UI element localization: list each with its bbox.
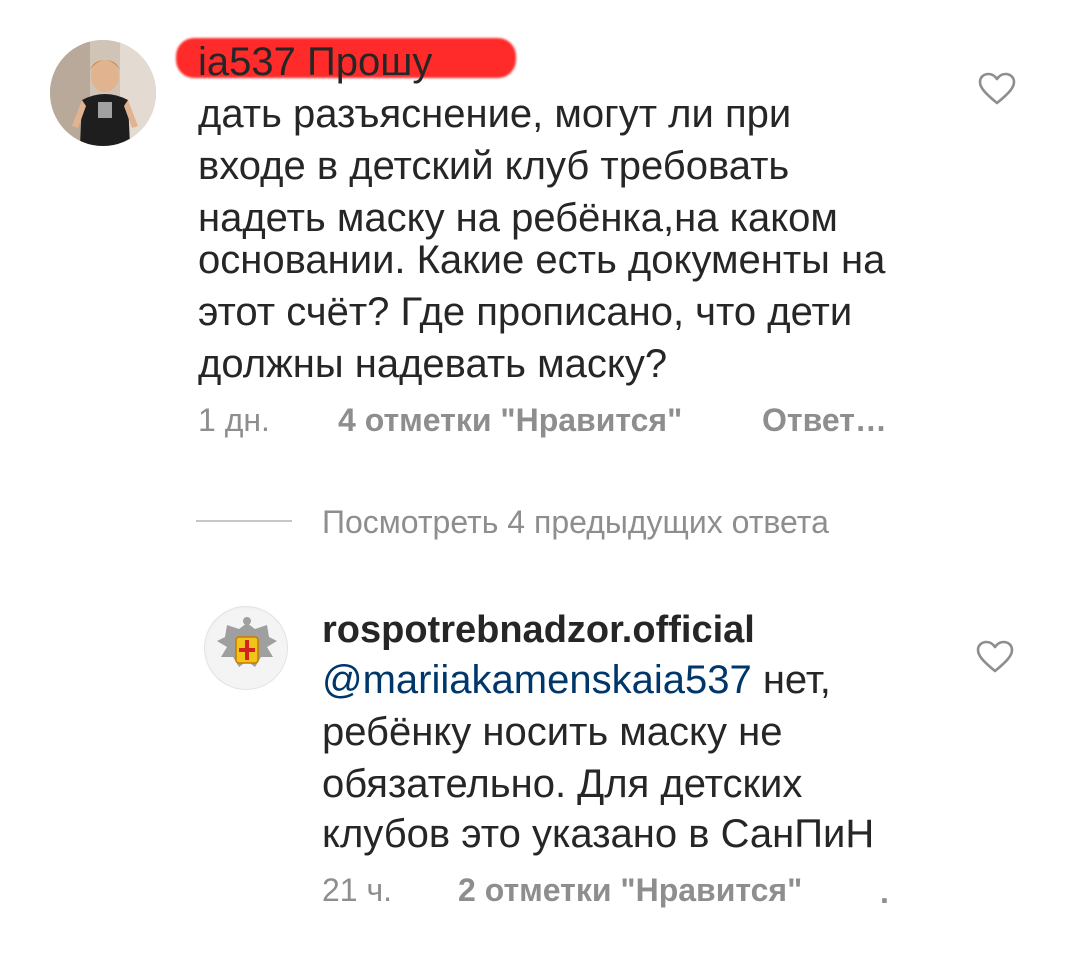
comment-reply-button[interactable]: Ответ… [762,402,887,439]
reply-username[interactable]: rospotrebnadzor.official [322,604,755,656]
reply-timestamp: 21 ч. [322,872,393,908]
emblem-icon [207,609,287,689]
view-replies-divider [196,520,292,522]
reply-text-line-4: клубов это указано в СанПиН [322,812,875,856]
reply-text-line-2: ребёнку носить маску не [322,710,783,754]
comment-text-line-3: входе в детский клуб требовать [198,144,790,188]
reply-like-button[interactable] [976,640,1014,674]
comment-text-line-2: дать разъяснение, могут ли при [198,92,792,136]
comment-text-line-6: этот счёт? Где прописано, что дети [198,290,853,334]
reply-trailing-dot: . [880,874,889,910]
reply-avatar[interactable] [204,606,288,690]
heart-outline-icon [978,72,1016,105]
view-previous-replies-link[interactable]: Посмотреть 4 предыдущих ответа [322,504,829,541]
reply-text-line-1: нет, [762,658,831,702]
comment-text-line-1: Прошу [307,40,433,84]
comment-first-line: ia537 Прошу [0,36,432,88]
heart-outline-icon [976,640,1014,673]
comment-username-suffix[interactable]: ia537 [198,40,296,84]
comment-timestamp: 1 дн. [198,402,270,438]
reply-likes-count[interactable]: 2 отметки "Нравится" [458,872,802,909]
comment-likes-count[interactable]: 4 отметки "Нравится" [338,402,682,439]
reply-mention-link[interactable]: @mariiakamenskaia537 [322,658,752,702]
reply-first-line: @mariiakamenskaia537 нет, [322,654,831,706]
comment-text-line-5: основании. Какие есть документы на [198,238,886,282]
comment-like-button[interactable] [978,72,1016,106]
reply-text-line-3: обязательно. Для детских [322,762,803,806]
comment-text-line-7: должны надевать маску? [198,342,668,386]
